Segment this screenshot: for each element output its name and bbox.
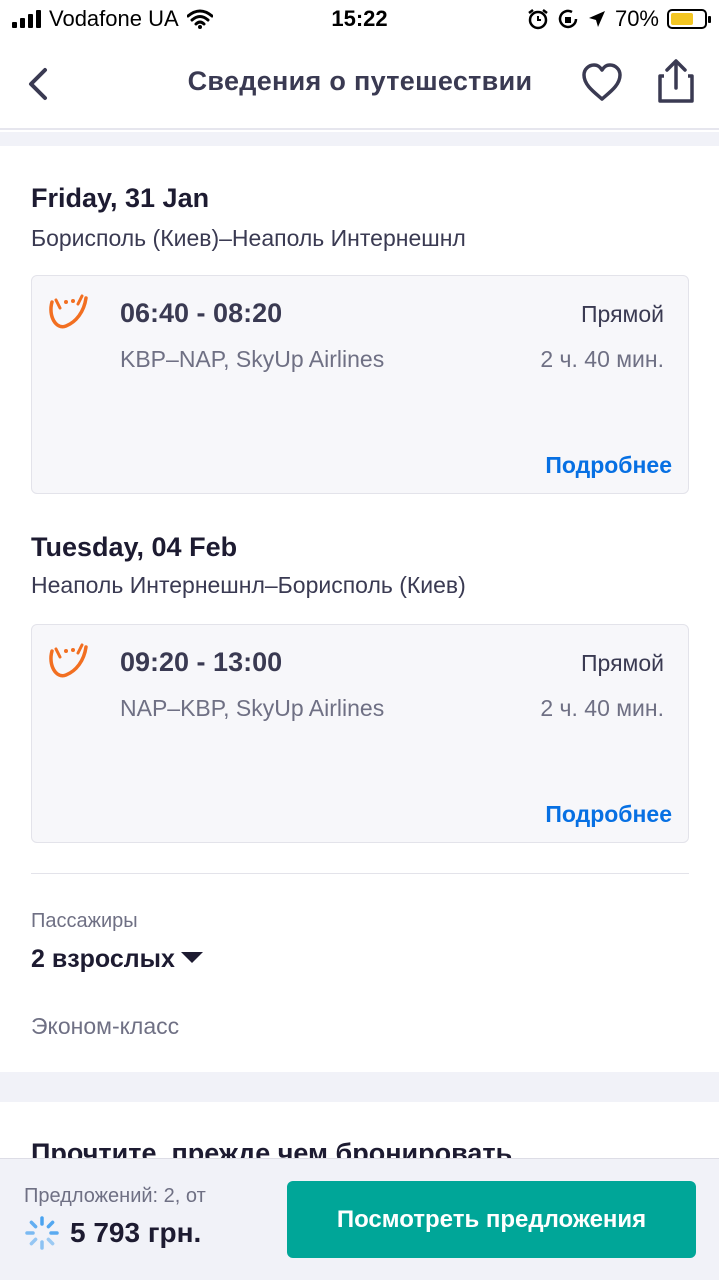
top-nav-bar: Сведения о путешествии bbox=[0, 40, 719, 130]
section-separator bbox=[0, 132, 719, 146]
view-offers-button[interactable]: Посмотреть предложения bbox=[287, 1181, 696, 1258]
passengers-dropdown[interactable]: 2 взрослых bbox=[31, 945, 203, 974]
flight-times: 09:20 - 13:00 bbox=[120, 647, 283, 677]
flight-info: KBP–NAP, SkyUp Airlines bbox=[120, 346, 385, 372]
flight-duration: 2 ч. 40 мин. bbox=[540, 346, 664, 372]
divider bbox=[31, 873, 689, 874]
leg-route: Неаполь Интернешнл–Борисполь (Киев) bbox=[31, 572, 466, 598]
details-link[interactable]: Подробнее bbox=[545, 801, 672, 828]
cabin-class: Эконом-класс bbox=[31, 1013, 180, 1039]
airline-logo-icon bbox=[49, 294, 88, 329]
leg-route: Борисполь (Киев)–Неаполь Интернешнл bbox=[31, 225, 466, 251]
share-icon bbox=[658, 59, 694, 103]
location-icon bbox=[588, 11, 605, 27]
share-button[interactable] bbox=[656, 58, 704, 108]
heart-icon bbox=[582, 63, 622, 101]
passengers-value: 2 взрослых bbox=[31, 945, 175, 973]
details-link[interactable]: Подробнее bbox=[545, 452, 672, 479]
flight-card[interactable]: 06:40 - 08:20 Прямой KBP–NAP, SkyUp Airl… bbox=[31, 275, 689, 494]
favorite-button[interactable] bbox=[580, 62, 628, 106]
battery-icon bbox=[667, 9, 711, 29]
status-right: 70% bbox=[527, 6, 711, 32]
section-separator bbox=[0, 1072, 719, 1102]
flight-duration: 2 ч. 40 мин. bbox=[540, 695, 664, 721]
caret-down-icon bbox=[180, 952, 203, 963]
loading-spinner-icon bbox=[25, 1216, 59, 1250]
battery-percent: 70% bbox=[614, 6, 659, 31]
rotation-lock-icon bbox=[558, 9, 578, 29]
lowest-price: 5 793 грн. bbox=[70, 1217, 202, 1248]
bottom-price-bar: Предложений: 2, от 5 793 грн. Посмотреть… bbox=[0, 1158, 719, 1280]
back-button[interactable] bbox=[20, 62, 56, 106]
airline-logo-icon bbox=[49, 643, 88, 678]
battery-fill bbox=[671, 13, 694, 25]
alarm-icon bbox=[528, 9, 548, 30]
passengers-label: Пассажиры bbox=[31, 910, 138, 932]
status-bar: Vodafone UA 15:22 70% bbox=[0, 0, 719, 40]
leg-date: Tuesday, 04 Feb bbox=[31, 532, 238, 562]
flight-info: NAP–KBP, SkyUp Airlines bbox=[120, 695, 385, 721]
flight-card[interactable]: 09:20 - 13:00 Прямой NAP–KBP, SkyUp Airl… bbox=[31, 624, 689, 843]
offers-count-label: Предложений: 2, от bbox=[24, 1185, 206, 1207]
flight-stops: Прямой bbox=[581, 650, 664, 676]
leg-date: Friday, 31 Jan bbox=[31, 183, 210, 213]
chevron-left-icon bbox=[29, 68, 47, 100]
flight-times: 06:40 - 08:20 bbox=[120, 298, 283, 328]
page-title: Сведения о путешествии bbox=[187, 66, 533, 96]
flight-stops: Прямой bbox=[581, 301, 664, 327]
